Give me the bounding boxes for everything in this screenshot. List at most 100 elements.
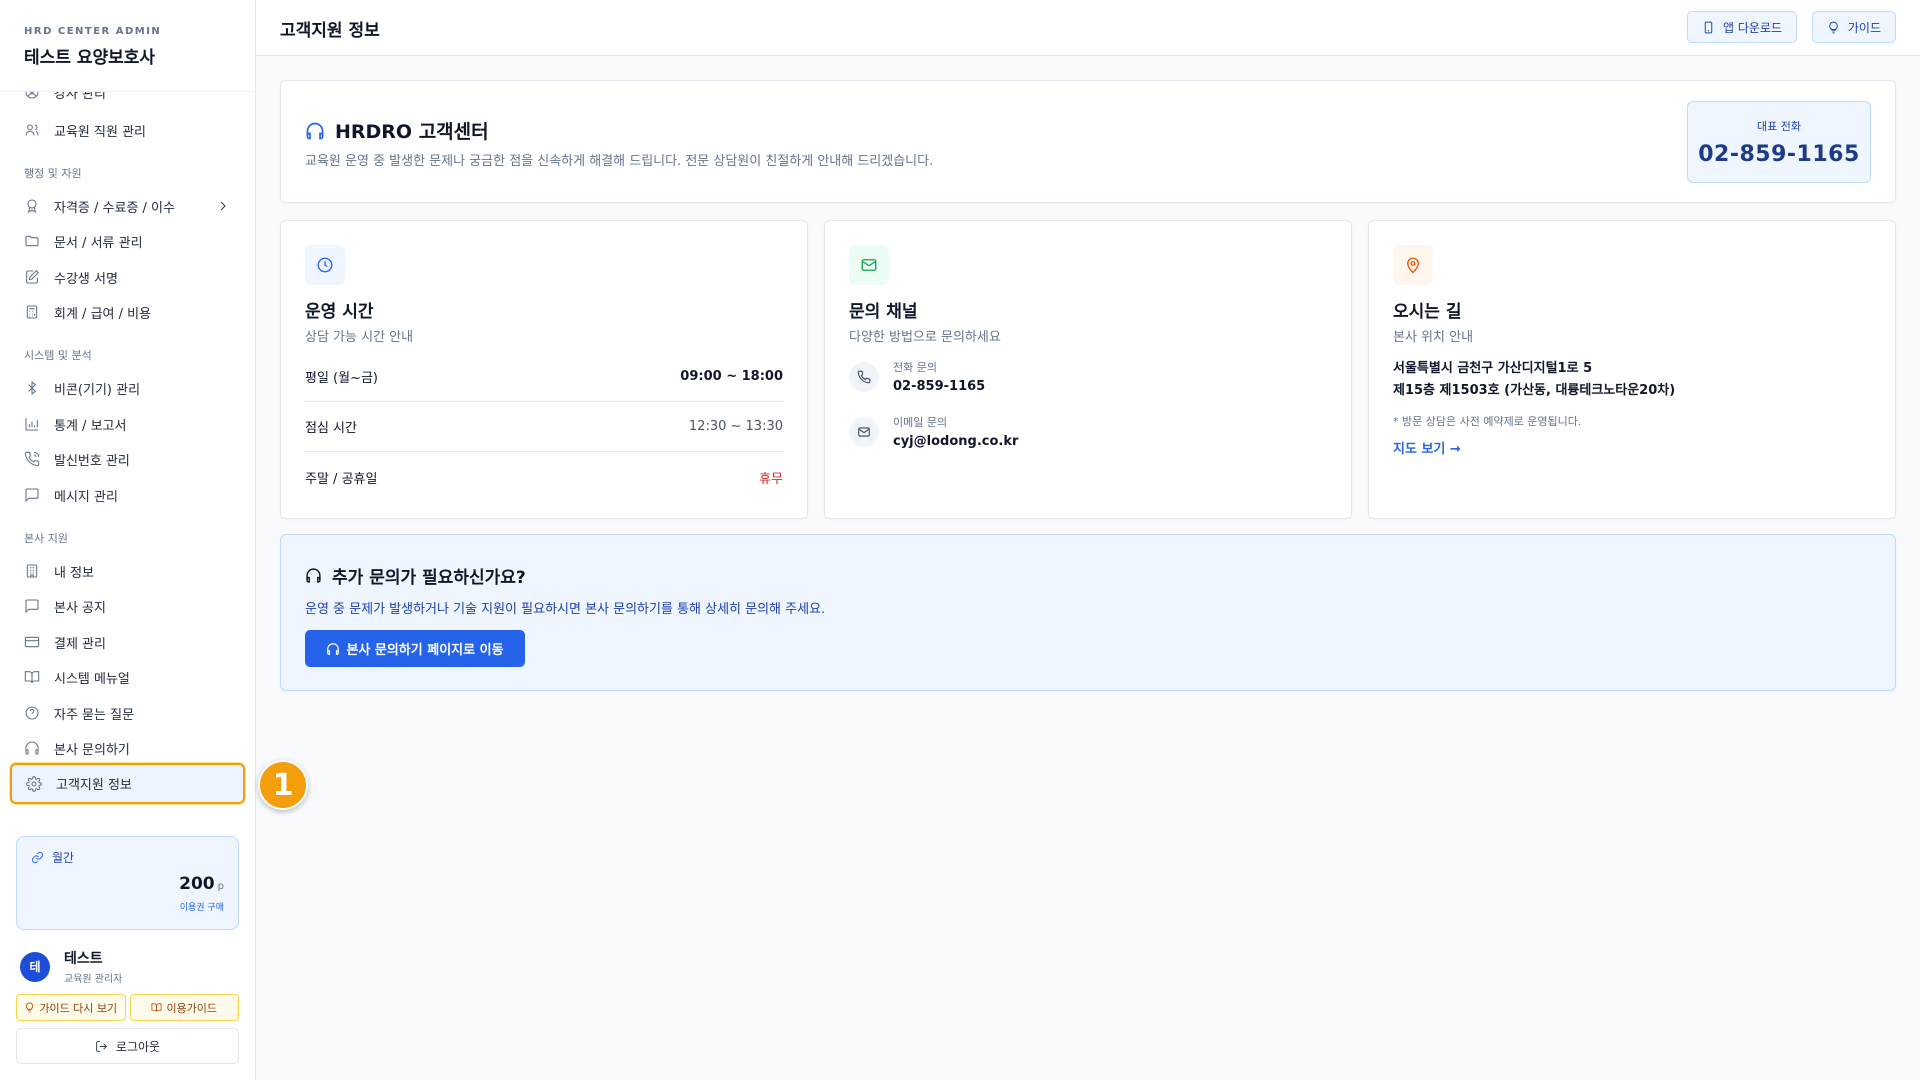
sidebar: HRD CENTER ADMIN 테스트 요양보호사 강사 관리 교육원 직원 …	[0, 0, 256, 1080]
sidebar-item-beacon[interactable]: 비콘(기기) 관리	[24, 374, 231, 402]
hours-row-value: 휴무	[759, 471, 783, 487]
address-line-2: 제15층 제1503호 (가산동, 대륭테크노타운20차)	[1393, 383, 1676, 398]
sidebar-item-documents[interactable]: 문서 / 서류 관리	[24, 227, 231, 255]
buy-pass-link[interactable]: 이용권 구매	[31, 900, 224, 913]
step-badge: 1	[258, 760, 308, 810]
sidebar-item-label: 본사 문의하기	[54, 742, 130, 758]
inquiry-channels-card: 문의 채널 다양한 방법으로 문의하세요 전화 문의 02-859-1165 이…	[824, 220, 1352, 519]
hours-row-weekday: 평일 (월~금) 09:00 ~ 18:00	[305, 352, 783, 402]
app-download-button[interactable]: 앱 다운로드	[1686, 11, 1797, 43]
hero-description: 교육원 운영 중 발생한 문제나 궁금한 점을 신속하게 해결해 드립니다. 전…	[305, 154, 934, 169]
main-phone-number: 02-859-1165	[1698, 142, 1860, 167]
top-header: 고객지원 정보 앱 다운로드 가이드	[256, 0, 1920, 56]
sidebar-item-label: 자주 묻는 질문	[54, 707, 135, 723]
plan-label: 월간	[31, 849, 224, 866]
sidebar-item-customer-support[interactable]: 고객지원 정보	[10, 763, 245, 804]
sidebar-item-label: 강사 관리	[54, 92, 106, 102]
sidebar-item-accounting[interactable]: 회계 / 급여 / 비용	[24, 298, 231, 326]
sidebar-item-label: 자격증 / 수료증 / 이수	[54, 200, 175, 216]
map-pin-icon-box	[1393, 245, 1433, 285]
sidebar-item-statistics[interactable]: 통계 / 보고서	[24, 410, 231, 438]
location-subtitle: 본사 위치 안내	[1393, 330, 1474, 345]
sidebar-item-label: 본사 공지	[54, 600, 106, 616]
usage-guide-button[interactable]: 이용가이드	[129, 994, 239, 1021]
sidebar-item-label: 통계 / 보고서	[54, 418, 127, 434]
page-title: 고객지원 정보	[280, 21, 380, 41]
logout-button[interactable]: 로그아웃	[16, 1028, 239, 1064]
sidebar-item-manual[interactable]: 시스템 메뉴얼	[24, 663, 231, 691]
guide-again-button[interactable]: 가이드 다시 보기	[16, 994, 126, 1021]
lightbulb-icon	[26, 1002, 34, 1013]
mail-icon	[861, 259, 877, 271]
go-hq-inquiry-button[interactable]: 본사 문의하기 페이지로 이동	[305, 630, 525, 667]
book-icon	[24, 671, 40, 684]
main-phone-box: 대표 전화 02-859-1165	[1687, 101, 1871, 183]
email-channel-label: 이메일 문의	[893, 416, 948, 429]
visit-note: * 방문 상담은 사전 예약제로 운영됩니다.	[1393, 415, 1582, 428]
bluetooth-icon	[28, 380, 37, 396]
sidebar-item-certificates[interactable]: 자격증 / 수료증 / 이수	[24, 192, 231, 220]
signature-icon	[26, 269, 40, 284]
plan-card[interactable]: 월간 200 p 이용권 구매	[16, 836, 239, 930]
sidebar-item-staff[interactable]: 교육원 직원 관리	[24, 116, 231, 144]
award-icon	[27, 199, 37, 214]
sidebar-item-hq-inquiry[interactable]: 본사 문의하기	[24, 734, 231, 762]
channels-subtitle: 다양한 방법으로 문의하세요	[849, 330, 1001, 345]
location-title: 오시는 길	[1393, 302, 1462, 322]
hours-row-weekend: 주말 / 공휴일 휴무	[305, 452, 783, 502]
hours-row-label: 평일 (월~금)	[305, 371, 379, 386]
plan-points: 200 p	[31, 874, 224, 894]
logout-icon	[96, 1040, 107, 1052]
email-channel-value: cyj@lodong.co.kr	[893, 434, 1019, 449]
phone-channel-value: 02-859-1165	[893, 379, 986, 394]
guide-again-label: 가이드 다시 보기	[39, 1001, 118, 1015]
sidebar-item-my-info[interactable]: 내 정보	[24, 557, 231, 585]
guide-buttons: 가이드 다시 보기 이용가이드	[16, 994, 239, 1021]
bar-chart-icon	[25, 418, 38, 431]
smartphone-icon	[1704, 21, 1713, 33]
usage-guide-label: 이용가이드	[166, 1001, 218, 1015]
chevron-right-icon	[220, 201, 226, 211]
sidebar-item-instructors[interactable]: 강사 관리	[24, 92, 231, 106]
user-circle-icon	[25, 92, 39, 99]
mail-icon	[858, 426, 870, 437]
channels-title: 문의 채널	[849, 302, 918, 322]
sidebar-item-sender-number[interactable]: 발신번호 관리	[24, 445, 231, 473]
additional-inquiry-card: 추가 문의가 필요하신가요? 운영 중 문제가 발생하거나 기술 지원이 필요하…	[280, 534, 1896, 691]
help-circle-icon	[25, 706, 39, 720]
users-icon	[25, 124, 39, 136]
headphones-icon	[327, 642, 340, 655]
hours-row-lunch: 점심 시간 12:30 ~ 13:30	[305, 402, 783, 452]
view-map-link[interactable]: 지도 보기 →	[1393, 438, 1461, 457]
sidebar-item-payment[interactable]: 결제 관리	[24, 628, 231, 656]
user-name: 테스트	[64, 951, 103, 967]
mail-icon-circle	[849, 416, 879, 447]
message-icon	[25, 488, 39, 503]
sidebar-item-label: 메시지 관리	[54, 489, 118, 505]
headphones-icon	[25, 741, 39, 755]
sidebar-item-label: 발신번호 관리	[54, 453, 130, 469]
book-open-icon	[151, 1003, 162, 1012]
extra-title: 추가 문의가 필요하신가요?	[305, 563, 526, 588]
sidebar-item-hq-notice[interactable]: 본사 공지	[24, 592, 231, 620]
user-profile: 테 테스트 교육원 관리자	[20, 948, 122, 985]
section-label-system: 시스템 및 분석	[24, 349, 92, 362]
extra-description: 운영 중 문제가 발생하거나 기술 지원이 필요하시면 본사 문의하기를 통해 …	[305, 602, 826, 617]
sidebar-item-signature[interactable]: 수강생 서명	[24, 263, 231, 291]
hours-row-value: 12:30 ~ 13:30	[688, 419, 783, 434]
hours-row-label: 주말 / 공휴일	[305, 471, 378, 487]
address-line-1: 서울특별시 금천구 가산디지털1로 5	[1393, 361, 1593, 376]
guide-button[interactable]: 가이드	[1811, 11, 1896, 43]
calculator-icon	[26, 305, 38, 319]
phone-call-icon	[24, 451, 40, 467]
user-role: 교육원 관리자	[64, 974, 123, 985]
email-channel[interactable]: 이메일 문의 cyj@lodong.co.kr	[849, 414, 1018, 449]
sidebar-item-faq[interactable]: 자주 묻는 질문	[24, 699, 231, 727]
plan-points-unit: p	[217, 881, 224, 892]
plan-points-value: 200	[179, 874, 215, 894]
address: 서울특별시 금천구 가산디지털1로 5 제15층 제1503호 (가산동, 대륭…	[1393, 358, 1675, 402]
phone-channel[interactable]: 전화 문의 02-859-1165	[849, 359, 985, 394]
gear-icon	[26, 775, 42, 792]
sidebar-item-messages[interactable]: 메시지 관리	[24, 481, 231, 509]
main-phone-label: 대표 전화	[1757, 120, 1801, 133]
